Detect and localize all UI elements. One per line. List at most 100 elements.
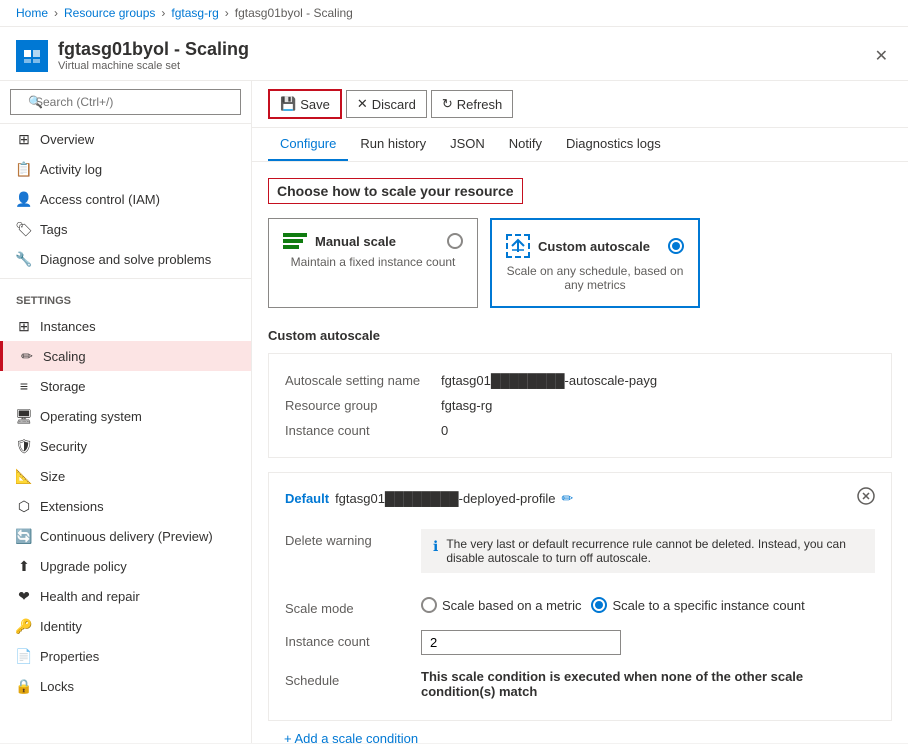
scale-instance-option[interactable]: Scale to a specific instance count	[591, 597, 804, 613]
nav-locks-label: Locks	[40, 679, 74, 694]
nav-upgrade-label: Upgrade policy	[40, 559, 127, 574]
manual-scale-radio[interactable]	[447, 233, 463, 249]
content-body: Choose how to scale your resource	[252, 162, 908, 743]
cd-icon: 🔄	[16, 528, 32, 544]
manual-scale-option[interactable]: Manual scale Maintain a fixed instance c…	[268, 218, 478, 308]
nav-upgrade-policy[interactable]: ⬆ Upgrade policy	[0, 551, 251, 581]
breadcrumb-current: fgtasg01byol - Scaling	[235, 6, 353, 20]
delete-warning-text: The very last or default recurrence rule…	[446, 537, 863, 565]
manual-scale-title: Manual scale	[315, 234, 396, 249]
nav-security[interactable]: 🛡 Security	[0, 431, 251, 461]
locks-icon: 🔒	[16, 678, 32, 694]
nav-continuous-delivery[interactable]: 🔄 Continuous delivery (Preview)	[0, 521, 251, 551]
save-button[interactable]: 💾 Save	[268, 89, 342, 119]
schedule-row: Schedule This scale condition is execute…	[285, 662, 875, 706]
profile-default-label: Default	[285, 491, 329, 506]
nav-instances[interactable]: ⊞ Instances	[0, 311, 251, 341]
resource-header: fgtasg01byol - Scaling Virtual machine s…	[0, 27, 908, 81]
profile-header: Default fgtasg01████████-deployed-profil…	[285, 487, 875, 510]
scale-metric-label: Scale based on a metric	[442, 598, 581, 613]
nav-scaling-label: Scaling	[43, 349, 86, 364]
instances-icon: ⊞	[16, 318, 32, 334]
resource-icon	[16, 40, 48, 72]
edit-profile-icon[interactable]: ✏	[561, 490, 573, 507]
save-icon: 💾	[280, 96, 296, 112]
delete-profile-icon[interactable]	[857, 487, 875, 510]
search-input[interactable]	[10, 89, 241, 115]
content-toolbar: 💾 Save ✕ Discard ↻ Refresh	[252, 81, 908, 128]
tab-diagnostics[interactable]: Diagnostics logs	[554, 128, 673, 161]
nav-diagnose-label: Diagnose and solve problems	[40, 252, 211, 267]
nav-identity[interactable]: 🔑 Identity	[0, 611, 251, 641]
nav-extensions-label: Extensions	[40, 499, 104, 514]
nav-tags[interactable]: 🏷 Tags	[0, 214, 251, 244]
search-icon: 🔍	[28, 95, 43, 109]
nav-overview[interactable]: ⊞ Overview	[0, 124, 251, 154]
scale-metric-option[interactable]: Scale based on a metric	[421, 597, 581, 613]
scale-instance-radio[interactable]	[591, 597, 607, 613]
nav-os-label: Operating system	[40, 409, 142, 424]
breadcrumb-fgtasg-rg[interactable]: fgtasg-rg	[171, 6, 218, 20]
custom-scale-icon	[506, 234, 530, 258]
save-label: Save	[300, 97, 330, 112]
nav-operating-system[interactable]: 🖥 Operating system	[0, 401, 251, 431]
nav-cd-label: Continuous delivery (Preview)	[40, 529, 213, 544]
info-label-name: Autoscale setting name	[285, 373, 425, 388]
nav-size-label: Size	[40, 469, 65, 484]
nav-properties-label: Properties	[40, 649, 99, 664]
nav-storage-label: Storage	[40, 379, 86, 394]
schedule-value: This scale condition is executed when no…	[421, 669, 875, 699]
refresh-button[interactable]: ↻ Refresh	[431, 90, 513, 118]
instance-count-label: Instance count	[285, 630, 405, 649]
nav-extensions[interactable]: ⬡ Extensions	[0, 491, 251, 521]
tab-configure[interactable]: Configure	[268, 128, 348, 161]
nav-size[interactable]: 📐 Size	[0, 461, 251, 491]
info-value-rg: fgtasg-rg	[441, 398, 492, 413]
tab-json[interactable]: JSON	[438, 128, 497, 161]
upgrade-icon: ⬆	[16, 558, 32, 574]
close-button[interactable]: ✕	[871, 42, 892, 70]
storage-icon: ≡	[16, 378, 32, 394]
info-value-instance: 0	[441, 423, 448, 438]
breadcrumb-home[interactable]: Home	[16, 6, 48, 20]
nav-scaling[interactable]: ✏ Scaling	[0, 341, 251, 371]
nav-activity-log[interactable]: 📋 Activity log	[0, 154, 251, 184]
nav-security-label: Security	[40, 439, 87, 454]
schedule-label: Schedule	[285, 669, 405, 688]
nav-activity-log-label: Activity log	[40, 162, 102, 177]
nav-properties[interactable]: 📄 Properties	[0, 641, 251, 671]
nav-tags-label: Tags	[40, 222, 67, 237]
scale-metric-radio[interactable]	[421, 597, 437, 613]
tab-notify[interactable]: Notify	[497, 128, 554, 161]
instance-count-input[interactable]	[421, 630, 621, 655]
info-row-name: Autoscale setting name fgtasg01████████-…	[285, 368, 875, 393]
nav-access-control-label: Access control (IAM)	[40, 192, 160, 207]
access-control-icon: 👤	[16, 191, 32, 207]
diagnose-icon: 🔧	[16, 251, 32, 267]
security-icon: 🛡	[16, 438, 32, 454]
info-row-rg: Resource group fgtasg-rg	[285, 393, 875, 418]
info-value-name: fgtasg01████████-autoscale-payg	[441, 373, 657, 388]
custom-scale-desc: Scale on any schedule, based on any metr…	[506, 264, 684, 292]
scale-mode-controls: Scale based on a metric Scale to a speci…	[421, 597, 805, 613]
breadcrumb-resource-groups[interactable]: Resource groups	[64, 6, 155, 20]
delete-warning-box: ℹ The very last or default recurrence ru…	[421, 529, 875, 573]
nav-access-control[interactable]: 👤 Access control (IAM)	[0, 184, 251, 214]
discard-label: Discard	[372, 97, 416, 112]
info-icon: ℹ	[433, 538, 438, 555]
profile-title: Default fgtasg01████████-deployed-profil…	[285, 490, 573, 507]
instance-count-row: Instance count	[285, 623, 875, 662]
sidebar-search-area: 🔍	[0, 81, 251, 124]
tab-run-history[interactable]: Run history	[348, 128, 438, 161]
scale-header: Choose how to scale your resource	[268, 178, 523, 204]
discard-button[interactable]: ✕ Discard	[346, 90, 427, 118]
nav-locks[interactable]: 🔒 Locks	[0, 671, 251, 701]
nav-storage[interactable]: ≡ Storage	[0, 371, 251, 401]
add-scale-condition[interactable]: + Add a scale condition	[268, 721, 892, 743]
custom-scale-title: Custom autoscale	[538, 239, 650, 254]
custom-scale-radio[interactable]	[668, 238, 684, 254]
custom-autoscale-option[interactable]: Custom autoscale Scale on any schedule, …	[490, 218, 700, 308]
nav-health-repair[interactable]: ❤ Health and repair	[0, 581, 251, 611]
nav-identity-label: Identity	[40, 619, 82, 634]
nav-diagnose[interactable]: 🔧 Diagnose and solve problems	[0, 244, 251, 274]
